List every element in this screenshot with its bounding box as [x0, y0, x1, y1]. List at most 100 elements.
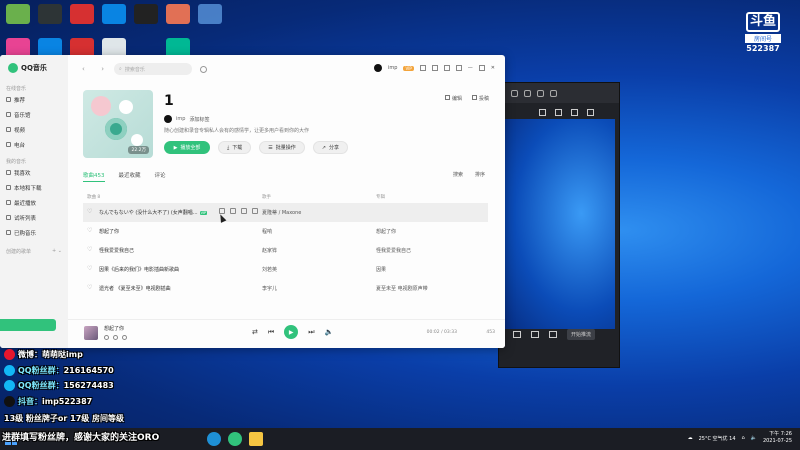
- settings-icon[interactable]: [443, 65, 450, 71]
- search-input[interactable]: ⌕ 搜索音乐: [114, 63, 192, 75]
- clock[interactable]: 下午 7:26 2021-07-25: [763, 431, 792, 445]
- edge-icon[interactable]: [207, 432, 221, 446]
- heart-icon[interactable]: [104, 335, 109, 340]
- settings-icon[interactable]: [524, 89, 531, 97]
- add-playlist-icon[interactable]: + ⌄: [52, 248, 62, 255]
- batch-button[interactable]: ☰ 批量操作: [259, 141, 305, 154]
- sidebar-item-recent[interactable]: 最近播放: [0, 195, 68, 210]
- sidebar-item-video[interactable]: 视频: [0, 122, 68, 137]
- table-row[interactable]: ♡ 遗光者 《夏至未至》电视剧插曲 李宇儿 夏至未至 电视剧原声带: [83, 279, 488, 298]
- mini-mode-icon[interactable]: [455, 65, 462, 71]
- table-row[interactable]: ♡ 怪我爱爱我自己 赵家铧 怪我爱爱我自己: [83, 241, 488, 260]
- now-playing-title[interactable]: 想起了你: [104, 325, 124, 332]
- column-song[interactable]: 歌曲 8: [87, 194, 100, 200]
- column-singer[interactable]: 歌手: [262, 194, 271, 200]
- skin-icon[interactable]: [419, 65, 426, 71]
- desktop-icon-2[interactable]: [38, 4, 62, 24]
- shuffle-icon[interactable]: ⇄: [252, 328, 258, 336]
- download-button[interactable]: ⤓ 下载: [218, 141, 252, 154]
- streaming-app-window[interactable]: 开始推流: [498, 82, 620, 368]
- sidebar-item-recommend[interactable]: 推荐: [0, 92, 68, 107]
- report-button[interactable]: 投稿: [471, 95, 489, 102]
- desktop-icon-1[interactable]: [6, 4, 30, 24]
- tab-songs[interactable]: 歌曲453: [83, 171, 105, 182]
- username[interactable]: imp: [388, 65, 397, 71]
- share-button[interactable]: ↗ 分享: [312, 141, 348, 154]
- minimize-icon[interactable]: —: [468, 65, 473, 71]
- song-singer[interactable]: 赵家铧: [262, 247, 277, 254]
- maximize-icon[interactable]: [478, 65, 485, 71]
- download-icon[interactable]: [241, 208, 247, 214]
- playlist-cover[interactable]: 22.2万: [83, 90, 153, 158]
- heart-icon[interactable]: ♡: [87, 228, 93, 234]
- play-pause-button[interactable]: ▶: [284, 325, 299, 339]
- close-icon[interactable]: [550, 89, 557, 97]
- camera-icon[interactable]: [513, 331, 521, 338]
- tool-icon[interactable]: [539, 108, 546, 116]
- comment-icon[interactable]: [122, 335, 127, 340]
- heart-icon[interactable]: ♡: [87, 247, 93, 253]
- sidebar-item-trial[interactable]: 试听列表: [0, 210, 68, 225]
- table-row[interactable]: ♡ 因果《后来的我们》电影插曲新歌曲 刘若英 因果: [83, 260, 488, 279]
- edit-button[interactable]: 编辑: [444, 95, 462, 102]
- next-icon[interactable]: ⏭: [308, 328, 314, 337]
- table-row[interactable]: ♡ 想起了你 程响 想起了你: [83, 222, 488, 241]
- play-all-button[interactable]: ▶ 播放全部: [164, 141, 210, 154]
- song-singer[interactable]: 程响: [262, 228, 272, 235]
- tab-recent-favorites[interactable]: 最近收藏: [119, 171, 141, 182]
- mic-icon[interactable]: [531, 331, 539, 338]
- now-playing-cover[interactable]: [84, 326, 98, 340]
- close-icon[interactable]: ✕: [491, 65, 495, 71]
- desktop-icon-5[interactable]: [134, 4, 158, 24]
- add-tag-link[interactable]: 添加标签: [189, 116, 209, 123]
- avatar[interactable]: [164, 115, 172, 123]
- sidebar-item-local[interactable]: 本地和下载: [0, 180, 68, 195]
- settings-icon[interactable]: [549, 331, 557, 338]
- start-stream-button[interactable]: 开始推流: [567, 329, 596, 340]
- sort-button[interactable]: 排序: [475, 171, 485, 178]
- sidebar-item-purchased[interactable]: 已购音乐: [0, 225, 68, 240]
- sidebar-item-music-hall[interactable]: 音乐馆: [0, 107, 68, 122]
- explorer-icon[interactable]: [249, 432, 263, 446]
- maximize-icon[interactable]: [537, 89, 544, 97]
- back-icon[interactable]: ‹: [82, 65, 85, 73]
- song-album[interactable]: 怪我爱爱我自己: [376, 247, 411, 254]
- volume-icon[interactable]: 🔈: [751, 435, 757, 441]
- minimize-icon[interactable]: [511, 89, 518, 97]
- song-album[interactable]: 因果: [376, 266, 386, 273]
- weather[interactable]: 25°C 空气优 14: [699, 435, 736, 442]
- volume-icon[interactable]: 🔈: [325, 328, 334, 336]
- weather-icon[interactable]: ☁: [688, 435, 693, 441]
- prev-icon[interactable]: ⏮: [268, 328, 274, 337]
- search-list-button[interactable]: 搜索: [453, 171, 463, 178]
- song-singer[interactable]: 夏隆蒂 / Maxone: [262, 209, 301, 216]
- column-album[interactable]: 专辑: [376, 194, 385, 200]
- tool-icon[interactable]: [587, 108, 594, 116]
- sidebar-item-radio[interactable]: 电台: [0, 137, 68, 152]
- song-singer[interactable]: 刘若英: [262, 266, 277, 273]
- tool-icon[interactable]: [555, 108, 562, 116]
- avatar[interactable]: [374, 64, 383, 72]
- song-album[interactable]: 想起了你: [376, 228, 396, 235]
- heart-icon[interactable]: ♡: [87, 209, 93, 215]
- desktop-icon-3[interactable]: [70, 4, 94, 24]
- vip-badge[interactable]: VIP: [403, 65, 414, 71]
- mail-icon[interactable]: [431, 65, 438, 71]
- voice-search-icon[interactable]: [200, 65, 207, 73]
- qq-music-window[interactable]: QQ音乐 在线音乐 推荐 音乐馆 视频 电台 我的音乐 我喜欢 本地和下载 最近…: [0, 55, 505, 348]
- qq-music-taskbar-icon[interactable]: [228, 432, 242, 446]
- desktop-icon-7[interactable]: [198, 4, 222, 24]
- download-icon[interactable]: [113, 335, 118, 340]
- heart-icon[interactable]: ♡: [87, 266, 93, 272]
- desktop-icon-6[interactable]: [166, 4, 190, 24]
- heart-icon[interactable]: ♡: [87, 285, 93, 291]
- desktop-icon-4[interactable]: [102, 4, 126, 24]
- sidebar-item-liked[interactable]: 我喜欢: [0, 165, 68, 180]
- table-row[interactable]: ♡ なんでもないや (没什么大不了) (女声翻唱... VIP 夏隆蒂 / Max…: [83, 203, 488, 222]
- song-singer[interactable]: 李宇儿: [262, 285, 277, 292]
- more-icon[interactable]: [252, 208, 258, 214]
- playlist-count[interactable]: 453: [486, 330, 495, 335]
- tool-icon[interactable]: [571, 108, 578, 116]
- network-icon[interactable]: ⌂: [742, 435, 745, 441]
- song-album[interactable]: 夏至未至 电视剧原声带: [376, 285, 428, 292]
